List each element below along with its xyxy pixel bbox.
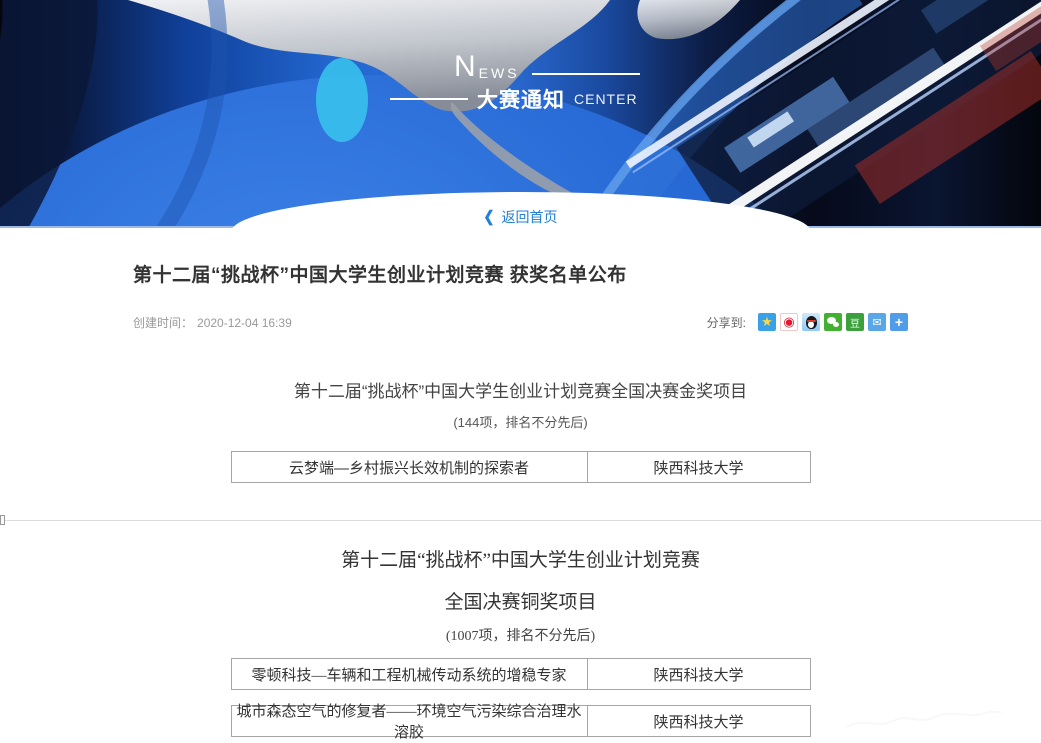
news-notice-page: N EWS 大赛通知 CENTER ❮ 返回首页 第十二届“挑战杯”中国大学生创… [0,0,1041,743]
envelope-icon: ✉ [872,316,881,329]
chat-bubbles-icon [827,317,839,327]
decorative-line-right [532,73,640,75]
watermark-scribble [843,703,1003,737]
weibo-eye-icon: ◉ [783,314,794,330]
plus-icon: + [895,314,903,330]
award-project-cell: 城市森态空气的修复者——环境空气污染综合治理水溶胶 [232,706,588,736]
news-initial: N [454,52,476,82]
created-value: 2020-12-04 16:39 [197,316,292,330]
share-qzone-icon[interactable]: ★ [758,313,776,331]
award-school-cell: 陕西科技大学 [588,659,810,689]
news-rest: EWS [479,65,520,81]
section-divider [0,520,1041,521]
banner-title-cn: 大赛通知 [477,84,565,114]
share-bar: 分享到: ★ ◉ 豆 ✉ + [707,313,908,331]
share-qq-icon[interactable] [802,313,820,331]
award-row: 零顿科技—车辆和工程机械传动系统的增稳专家 陕西科技大学 [231,658,811,690]
award-row: 云梦端—乡村振兴长效机制的探索者 陕西科技大学 [231,451,811,483]
douban-glyph: 豆 [850,315,860,330]
star-icon: ★ [761,314,773,330]
award-project-cell: 云梦端—乡村振兴长效机制的探索者 [232,452,588,482]
banner-title-en: CENTER [574,91,638,107]
award-school-cell: 陕西科技大学 [588,706,810,736]
section-heading: 第十二届“挑战杯”中国大学生创业计划竞赛全国决赛金奖项目 [0,377,1041,402]
created-label: 创建时间： [133,316,193,330]
share-weibo-icon[interactable]: ◉ [780,313,798,331]
banner-title-block: N EWS 大赛通知 CENTER [390,52,640,114]
divider-handle [0,515,5,525]
section-gold-awards: 第十二届“挑战杯”中国大学生创业计划竞赛全国决赛金奖项目 (144项，排名不分先… [0,377,1041,483]
section-count-note: (144项，排名不分先后) [0,412,1041,431]
section-heading-line2: 全国决赛铜奖项目 [0,587,1041,614]
back-to-home-link[interactable]: ❮ 返回首页 [0,207,1041,227]
award-project-cell: 零顿科技—车辆和工程机械传动系统的增稳专家 [232,659,588,689]
share-mail-icon[interactable]: ✉ [868,313,886,331]
share-douban-icon[interactable]: 豆 [846,313,864,331]
share-more-icon[interactable]: + [890,313,908,331]
created-time: 创建时间： 2020-12-04 16:39 [133,314,292,331]
share-wechat-icon[interactable] [824,313,842,331]
page-title: 第十二届“挑战杯”中国大学生创业计划竞赛 获奖名单公布 [133,260,908,287]
award-row: 城市森态空气的修复者——环境空气污染综合治理水溶胶 陕西科技大学 [231,705,811,737]
banner: N EWS 大赛通知 CENTER ❮ 返回首页 [0,0,1041,228]
penguin-icon [806,316,817,329]
chevron-left-icon: ❮ [484,208,495,226]
section-heading-line1: 第十二届“挑战杯”中国大学生创业计划竞赛 [0,545,1041,572]
back-link-label: 返回首页 [501,207,557,227]
decorative-line-left [390,98,468,100]
award-school-cell: 陕西科技大学 [588,452,810,482]
section-count-note: (1007项，排名不分先后) [0,625,1041,645]
share-label: 分享到: [707,314,746,331]
